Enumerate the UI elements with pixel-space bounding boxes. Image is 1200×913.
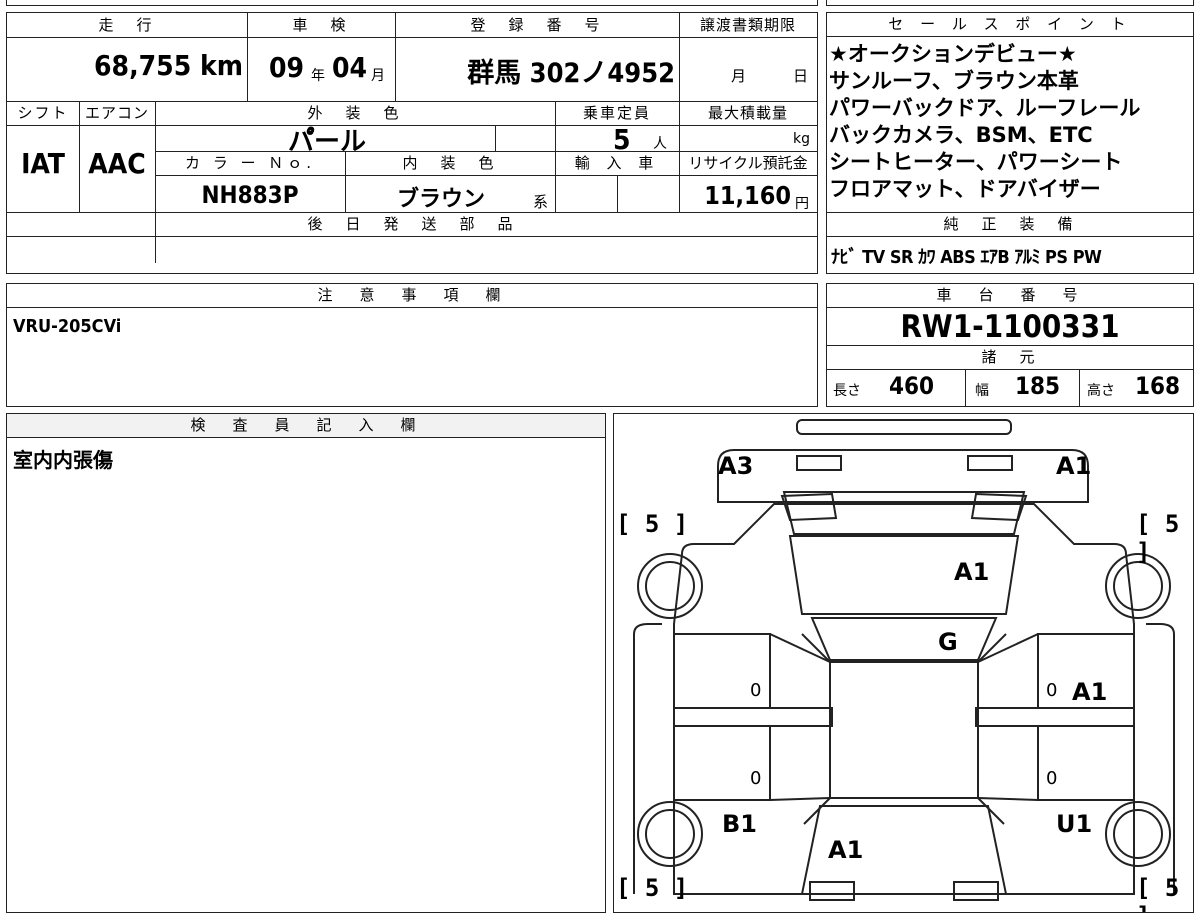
- sales-points-panel: セ ー ル ス ポ イ ン ト ★オークションデビュー★ サンルーフ、ブラウン本…: [826, 12, 1194, 274]
- tire-tl-mark: 5: [644, 510, 660, 538]
- mileage-header: 走 行: [98, 16, 156, 34]
- sales-point-line: バックカメラ、BSM、ETC: [829, 123, 1093, 147]
- tire-tr-bracket: [ 5 ]: [1136, 510, 1180, 566]
- mark-hood: A1: [828, 836, 864, 864]
- interior-color-suffix: 系: [533, 193, 549, 211]
- height-label: 高さ: [1087, 383, 1115, 399]
- width-value: 185: [1015, 372, 1061, 400]
- inspection-month-unit: 月: [371, 68, 385, 84]
- sales-points-list: ★オークションデビュー★ サンルーフ、ブラウン本革 パワーバックドア、ルーフレー…: [829, 41, 1191, 203]
- inspection-header: 車 検: [292, 16, 350, 34]
- interior-color-value: ブラウン: [397, 187, 486, 212]
- sales-point-line: ★オークションデビュー★: [829, 42, 1077, 66]
- transfer-day-unit: 日: [793, 67, 809, 85]
- capacity-unit: 人: [653, 136, 667, 152]
- notes-header: 注 意 事 項 欄: [7, 284, 817, 308]
- mark-rear-right: A1: [1056, 452, 1092, 480]
- inspector-panel: 検 査 員 記 入 欄 室内内張傷: [6, 413, 606, 913]
- tire-tl-bracket: [ 5 ]: [616, 510, 689, 538]
- chassis-value: RW1-1100331: [900, 309, 1120, 345]
- vehicle-info-table: 走 行 車 検 登 録 番 号 譲渡書類期限 68,755 km 09 年 04…: [6, 12, 818, 274]
- import-header: 輸 入 車: [574, 154, 660, 172]
- inspector-value: 室内内張傷: [13, 448, 113, 472]
- top-stub-row-right: [826, 0, 1194, 6]
- chassis-panel: 車 台 番 号 RW1-1100331 諸 元 長さ 460 幅 185 高さ …: [826, 283, 1194, 407]
- transfer-month-unit: 月: [731, 67, 747, 85]
- later-parts-header: 後 日 発 送 部 品: [307, 215, 517, 233]
- capacity-header: 乗車定員: [582, 104, 651, 122]
- max-load-unit: kg: [793, 131, 810, 147]
- mark-right-rear-door: A1: [1072, 678, 1108, 706]
- car-outline-diagram: [633, 419, 1175, 901]
- transfer-header: 譲渡書類期限: [699, 16, 796, 34]
- mark-rear-left: A3: [718, 452, 754, 480]
- aircon-value: AAC: [88, 147, 146, 180]
- shift-value: IAT: [21, 147, 65, 180]
- mark-zero: 0: [750, 680, 762, 701]
- registration-header: 登 録 番 号: [470, 16, 604, 34]
- mark-zero: 0: [1046, 680, 1058, 701]
- sales-point-line: パワーバックドア、ルーフレール: [829, 96, 1141, 120]
- mark-front-left: B1: [722, 810, 757, 838]
- chassis-header: 車 台 番 号: [827, 284, 1193, 308]
- notes-panel: 注 意 事 項 欄 VRU-205CVi: [6, 283, 818, 407]
- recycle-value: 11,160: [704, 181, 791, 210]
- shift-header: シフト: [17, 104, 69, 122]
- tire-br-bracket: [ 5 ]: [1136, 874, 1180, 912]
- standard-equipment-value: ﾅﾋﾞ TV SR ｶﾜ ABS ｴｱB ｱﾙﾐ PS PW: [831, 247, 1102, 268]
- tire-bl-bracket: [ 5 ]: [616, 874, 689, 902]
- mark-zero: 0: [1046, 768, 1058, 789]
- spec-header: 諸 元: [981, 348, 1039, 366]
- recycle-unit: 円: [795, 196, 809, 212]
- inspection-year-unit: 年: [311, 68, 325, 84]
- tire-tr-mark: 5: [1164, 510, 1180, 538]
- sales-points-header: セ ー ル ス ポ イ ン ト: [827, 13, 1193, 37]
- sales-point-line: シートヒーター、パワーシート: [829, 150, 1123, 174]
- color-no-value: NH883P: [201, 181, 299, 209]
- max-load-header: 最大積載量: [707, 104, 788, 122]
- mark-zero: 0: [750, 768, 762, 789]
- inspector-header: 検 査 員 記 入 欄: [7, 414, 605, 438]
- length-label: 長さ: [833, 383, 861, 399]
- length-value: 460: [889, 372, 935, 400]
- damage-diagram-panel: A3 A1 [ 5 ] [ 5 ] [ 5 ] [ 5 ] A1 G A1 B1…: [613, 413, 1194, 913]
- inspection-month: 04: [332, 51, 368, 84]
- sales-point-line: サンルーフ、ブラウン本革: [829, 69, 1079, 93]
- notes-value: VRU-205CVi: [13, 316, 122, 337]
- inspection-year: 09: [269, 51, 305, 84]
- interior-color-header: 内 装 色: [402, 154, 498, 172]
- width-label: 幅: [975, 383, 989, 399]
- color-no-header: カ ラ ー Ｎｏ.: [184, 154, 316, 172]
- mark-front-right: U1: [1056, 810, 1093, 838]
- standard-equipment-header: 純 正 装 備: [943, 215, 1077, 233]
- tire-bl-mark: 5: [644, 874, 660, 902]
- aircon-header: エアコン: [84, 104, 149, 122]
- height-value: 168: [1135, 372, 1181, 400]
- mark-roof: G: [938, 628, 958, 656]
- tire-br-mark: 5: [1164, 874, 1180, 902]
- registration-value: 群馬 302ノ4952: [467, 58, 675, 89]
- top-stub-row: [6, 0, 818, 6]
- mileage-value: 68,755 km: [94, 49, 243, 82]
- sales-point-line: フロアマット、ドアバイザー: [829, 177, 1101, 201]
- recycle-header: リサイクル預託金: [688, 154, 808, 172]
- mark-rear-glass: A1: [954, 558, 990, 586]
